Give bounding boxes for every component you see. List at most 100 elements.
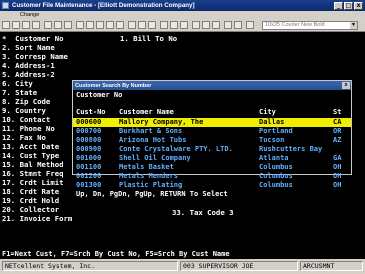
cut-icon[interactable] <box>44 21 52 29</box>
edit-icon[interactable] <box>148 21 156 29</box>
window-title: Customer File Maintenance - [Elliott Dem… <box>12 2 195 9</box>
customer-name: Plastic Plating <box>119 181 183 189</box>
state: AZ <box>333 136 342 144</box>
field-label: 21. Invoice Form <box>2 214 73 223</box>
delete-icon[interactable] <box>138 21 146 29</box>
customer-row[interactable]: 000700 Burkhart & Sons Portland OR <box>73 127 351 136</box>
open-icon[interactable] <box>12 21 20 29</box>
save-icon[interactable] <box>22 21 30 29</box>
dialog-footer: Up, Dn, PgDn, PgUp, RETURN To Select <box>76 190 228 198</box>
help-icon[interactable] <box>246 21 254 29</box>
field-label: 12. Fax No <box>2 133 46 142</box>
col-header-st: St <box>333 108 342 116</box>
city: Rushcutters Bay <box>259 145 323 153</box>
add-icon[interactable] <box>128 21 136 29</box>
font-select[interactable]: 10x25 Courier New Bold ▼ <box>262 21 358 30</box>
status-program: ARCUSMNT <box>300 261 363 271</box>
col-header-cust: Cust-No <box>76 108 106 116</box>
cust-no: 000800 <box>76 136 102 144</box>
field-label: 7. State <box>2 88 38 97</box>
city: Columbus <box>259 181 293 189</box>
city: Tucson <box>259 136 285 144</box>
customer-row[interactable]: 001200 Metals Menders Columbus OH <box>73 172 351 181</box>
customer-row[interactable]: 000900 Conte Crystalware PTY. LTD. Rushcut… <box>73 145 351 154</box>
field-label: 9. Country <box>2 106 46 115</box>
customer-name: Metals Menders <box>119 172 179 180</box>
field-label: 4. Address-1 <box>2 61 55 70</box>
print-icon[interactable] <box>32 21 40 29</box>
cust-no: 000600 <box>76 118 102 126</box>
cust-no: 001200 <box>76 172 102 180</box>
notes-icon[interactable] <box>170 21 178 29</box>
cust-no: 001300 <box>76 181 102 189</box>
state: OR <box>333 127 342 135</box>
prev-icon[interactable] <box>96 21 104 29</box>
zoom-icon[interactable] <box>234 21 242 29</box>
customer-name: Metals Basket <box>119 163 174 171</box>
tools-icon[interactable] <box>212 21 220 29</box>
copy-icon[interactable] <box>54 21 62 29</box>
maximize-button[interactable]: □ <box>344 1 353 10</box>
customer-row[interactable]: 001100 Metals Basket Columbus OH <box>73 163 351 172</box>
field-label: 5. Address-2 <box>2 70 55 79</box>
chart-icon[interactable] <box>202 21 210 29</box>
cust-no: 001100 <box>76 163 102 171</box>
first-icon[interactable] <box>86 21 94 29</box>
find-icon[interactable] <box>76 21 84 29</box>
field-label: 17. Crdt Limit <box>2 178 64 187</box>
field-label: 14. Cust Type <box>2 151 60 160</box>
bill-to-label: 1. Bill To No <box>120 34 178 43</box>
last-icon[interactable] <box>116 21 124 29</box>
mail-icon[interactable] <box>180 21 188 29</box>
field-label: 6. City <box>2 79 33 88</box>
toolbar: 10x25 Courier New Bold ▼ <box>0 19 365 32</box>
field-label: 15. Bal Method <box>2 160 64 169</box>
customer-row[interactable]: 000800 Arizona Hot Tubs Tucson AZ <box>73 136 351 145</box>
next-icon[interactable] <box>106 21 114 29</box>
field-label: 20. Collector <box>2 205 60 214</box>
font-icon[interactable] <box>224 21 232 29</box>
field-label: * Customer No <box>2 34 64 43</box>
app-icon <box>2 2 9 9</box>
field-label: 8. Zip Code <box>2 97 51 106</box>
chevron-down-icon[interactable]: ▼ <box>350 22 357 29</box>
customer-row[interactable]: 001000 Shell Oil Company Atlanta GA <box>73 154 351 163</box>
city: Columbus <box>259 172 293 180</box>
customer-name: Shell Oil Company <box>119 154 191 162</box>
minimize-button[interactable]: _ <box>334 1 343 10</box>
customer-search-dialog: Customer Search By Number x Customer No … <box>72 80 352 198</box>
col-header-city: City <box>259 108 276 116</box>
font-select-value: 10x25 Courier New Bold <box>265 22 325 28</box>
customer-name: Burkhart & Sons <box>119 127 183 135</box>
state: OH <box>333 172 342 180</box>
menu-change[interactable]: Change <box>20 12 39 18</box>
close-icon[interactable]: x <box>342 82 350 89</box>
state: OH <box>333 163 342 171</box>
cust-no: 000900 <box>76 145 102 153</box>
new-icon[interactable] <box>2 21 10 29</box>
field-label: 10. Contact <box>2 115 51 124</box>
cust-no: 001000 <box>76 154 102 162</box>
field-label: 18. Crdt Rate <box>2 187 60 196</box>
state: GA <box>333 154 342 162</box>
status-company: NETcellent System, Inc. <box>2 261 178 271</box>
window-controls: _ □ x <box>334 1 363 10</box>
calc-icon[interactable] <box>160 21 168 29</box>
state: CA <box>333 118 342 126</box>
city: Atlanta <box>259 154 289 162</box>
report-icon[interactable] <box>192 21 200 29</box>
dialog-subtitle: Customer No <box>76 91 123 99</box>
dialog-title-bar: Customer Search By Number x <box>73 81 351 90</box>
status-user: 003 SUPERVISOR JOE <box>180 261 298 271</box>
close-button[interactable]: x <box>354 1 363 10</box>
menu-bar: Change <box>0 11 365 19</box>
customer-name: Mallory Company, The <box>119 118 204 126</box>
customer-row[interactable]: 001300 Plastic Plating Columbus OH <box>73 181 351 190</box>
field-label: 2. Sort Name <box>2 43 55 52</box>
paste-icon[interactable] <box>64 21 72 29</box>
field-label: 11. Phone No <box>2 124 55 133</box>
city: Dallas <box>259 118 285 126</box>
customer-name: Conte Crystalware PTY. LTD. <box>119 145 233 153</box>
customer-row[interactable]: 000600 Mallory Company, The Dallas CA <box>73 118 351 127</box>
field-label: 13. Acct Date <box>2 142 60 151</box>
